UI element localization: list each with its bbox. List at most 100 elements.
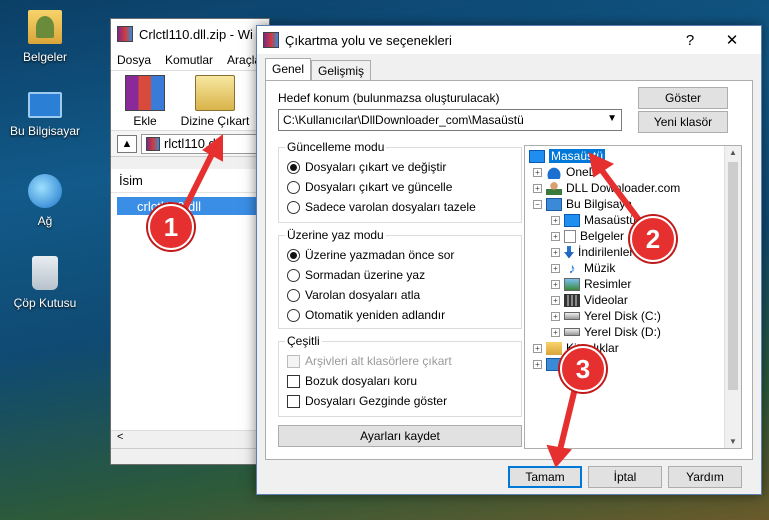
tree-item-desktop[interactable]: Masaüstü — [529, 148, 606, 164]
destination-path-value: C:\Kullanıcılar\DllDownloader_com\Masaüs… — [283, 113, 524, 127]
scroll-up-icon[interactable]: ▲ — [729, 148, 737, 157]
dialog-title: Çıkartma yolu ve seçenekleri — [285, 32, 452, 48]
file-list: İsim crlctl110.dll — [111, 169, 269, 430]
radio-extract-update[interactable]: Dosyaları çıkart ve güncelle — [287, 180, 452, 194]
folder-tree[interactable]: Masaüstü + OneD + DLL Downloader.com − Bu B… — [524, 145, 742, 449]
cancel-button[interactable]: İptal — [588, 466, 662, 488]
menu-commands[interactable]: Komutlar — [165, 53, 213, 67]
up-arrow-icon: ▲ — [121, 137, 133, 150]
collapse-icon[interactable]: − — [533, 199, 542, 209]
option-label: Sormadan üzerine yaz — [305, 268, 426, 282]
expand-icon[interactable]: + — [551, 311, 560, 321]
tree-item-onedrive[interactable]: + OneD — [533, 164, 597, 180]
expand-icon[interactable]: + — [533, 167, 542, 177]
radio-overwrite-without-prompt[interactable]: Sormadan üzerine yaz — [287, 268, 425, 282]
show-button[interactable]: Göster — [638, 87, 728, 109]
save-settings-button[interactable]: Ayarları kaydet — [278, 425, 522, 447]
expand-icon[interactable]: + — [551, 295, 560, 305]
extract-folder-icon — [195, 75, 235, 111]
tree-item-music[interactable]: + ♪ Müzik — [551, 260, 615, 276]
radio-skip-existing[interactable]: Varolan dosyaları atla — [287, 288, 420, 302]
expand-icon[interactable]: + — [533, 359, 542, 369]
radio-extract-replace[interactable]: Dosyaları çıkart ve değiştir — [287, 160, 446, 174]
checkbox-show-in-explorer[interactable]: Dosyaları Gezginde göster — [287, 394, 447, 408]
expand-icon[interactable]: + — [551, 247, 560, 257]
scroll-thumb[interactable] — [728, 162, 738, 390]
desktop-icon-recycle-bin[interactable]: Çöp Kutusu — [5, 256, 85, 310]
misc-group: Çeşitli Arşivleri alt klasörlere çıkart … — [278, 334, 522, 417]
expand-icon[interactable]: + — [551, 263, 560, 273]
destination-path-combobox[interactable]: C:\Kullanıcılar\DllDownloader_com\Masaüs… — [278, 109, 622, 131]
radio-icon — [287, 200, 300, 214]
callout-3: 3 — [560, 346, 606, 392]
disk-icon — [564, 328, 580, 336]
tree-label: Videolar — [584, 293, 628, 307]
recycle-bin-icon — [32, 256, 58, 290]
update-mode-title: Güncelleme modu — [285, 140, 387, 154]
expand-icon[interactable]: + — [533, 343, 542, 353]
callout-1: 1 — [148, 204, 194, 250]
tab-advanced[interactable]: Gelişmiş — [311, 60, 372, 80]
desktop-icon — [564, 213, 580, 227]
extract-to-button[interactable]: Dizine Çıkart — [177, 75, 253, 128]
dialog-titlebar[interactable]: Çıkartma yolu ve seçenekleri ? ✕ — [257, 26, 761, 54]
desktop-icon-network[interactable]: Ağ — [5, 174, 85, 228]
tree-scrollbar[interactable]: ▲ ▼ — [724, 146, 741, 448]
library-icon — [546, 341, 562, 355]
column-header-name[interactable]: İsim — [111, 169, 269, 193]
tree-item-videos[interactable]: + Videolar — [551, 292, 628, 308]
tree-item-disk-d[interactable]: + Yerel Disk (D:) — [551, 324, 661, 340]
scroll-down-icon[interactable]: ▼ — [729, 437, 737, 446]
option-label: Dosyaları çıkart ve güncelle — [305, 180, 453, 194]
tree-item-pictures[interactable]: + Resimler — [551, 276, 631, 292]
menu-file[interactable]: Dosya — [117, 53, 151, 67]
tree-item-downloads[interactable]: + İndirilenler — [551, 244, 633, 260]
tree-label: Masaüstü — [549, 149, 606, 163]
tab-general[interactable]: Genel — [265, 58, 312, 80]
close-button[interactable]: ✕ — [713, 26, 751, 54]
help-button[interactable]: Yardım — [668, 466, 742, 488]
disk-icon — [564, 312, 580, 320]
tree-item-user[interactable]: + DLL Downloader.com — [533, 180, 680, 196]
tree-label: Yerel Disk (C:) — [584, 309, 661, 323]
winrar-titlebar[interactable]: Crlctl110.dll.zip - Wi — [111, 19, 269, 49]
desktop-icon-label: Ağ — [37, 214, 53, 228]
expand-icon[interactable]: + — [551, 279, 560, 289]
archive-path-field[interactable]: rlctl110.dll — [141, 133, 263, 154]
option-label: Bozuk dosyaları koru — [305, 374, 418, 388]
desktop-icon-label: Belgeler — [22, 50, 68, 64]
chevron-down-icon[interactable]: ▼ — [607, 113, 617, 124]
expand-icon[interactable]: + — [551, 231, 560, 241]
radio-freshen-existing[interactable]: Sadece varolan dosyaları tazele — [287, 200, 476, 214]
file-row[interactable]: crlctl110.dll — [117, 197, 269, 215]
ok-button[interactable]: Tamam — [508, 466, 582, 488]
up-folder-button[interactable]: ▲ — [117, 134, 137, 153]
destination-label: Hedef konum (bulunmazsa oluşturulacak) — [278, 91, 500, 105]
tree-item-pc-desktop[interactable]: + Masaüstü — [551, 212, 636, 228]
radio-selected-icon — [287, 160, 300, 174]
misc-title: Çeşitli — [285, 334, 322, 348]
radio-ask-before-overwrite[interactable]: Üzerine yazmadan önce sor — [287, 248, 454, 262]
tree-label: Resimler — [584, 277, 632, 291]
expand-icon[interactable]: + — [551, 327, 560, 337]
radio-rename-automatically[interactable]: Otomatik yeniden adlandır — [287, 308, 445, 322]
tree-item-disk-c[interactable]: + Yerel Disk (C:) — [551, 308, 661, 324]
archive-icon — [146, 136, 160, 151]
checkbox-keep-broken[interactable]: Bozuk dosyaları koru — [287, 374, 417, 388]
add-button[interactable]: Ekle — [117, 75, 173, 128]
music-icon: ♪ — [568, 259, 576, 276]
tree-item-documents[interactable]: + Belgeler — [551, 228, 624, 244]
radio-selected-icon — [287, 248, 300, 262]
desktop-icon-documents[interactable]: Belgeler — [5, 10, 85, 64]
horizontal-scrollbar[interactable]: < — [111, 430, 269, 448]
option-label: Dosyaları çıkart ve değiştir — [305, 160, 447, 174]
expand-icon[interactable]: + — [551, 215, 560, 225]
scroll-left-icon: < — [117, 431, 124, 443]
tree-label: OneD — [566, 165, 598, 179]
help-title-button[interactable]: ? — [671, 26, 709, 54]
desktop-icon-this-pc[interactable]: Bu Bilgisayar — [5, 92, 85, 138]
radio-icon — [287, 180, 300, 194]
new-folder-button[interactable]: Yeni klasör — [638, 111, 728, 133]
expand-icon[interactable]: + — [533, 183, 542, 193]
tree-item-this-pc[interactable]: − Bu Bilgisaya — [533, 196, 632, 212]
